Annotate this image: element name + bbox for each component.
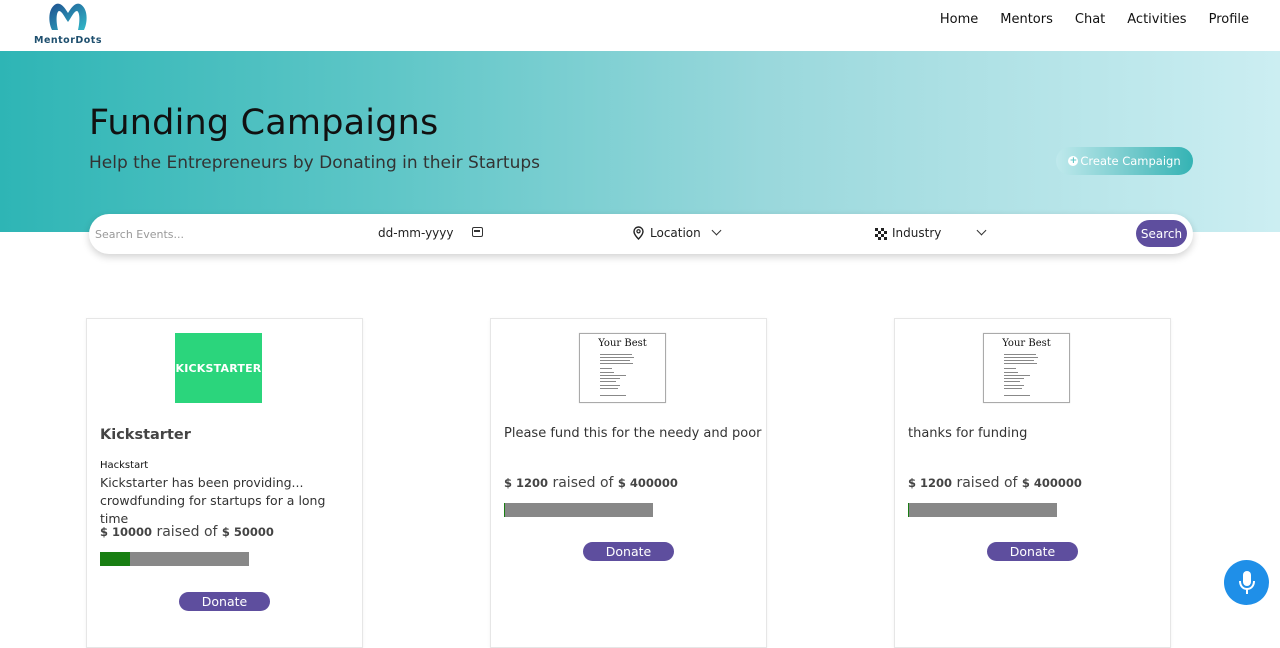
- raised-summary: $ 1200 raised of $ 400000: [504, 475, 678, 491]
- raised-amount: $ 1200: [504, 476, 548, 490]
- search-input[interactable]: [95, 224, 355, 244]
- industry-chevron-down-icon[interactable]: [977, 226, 987, 236]
- donate-button[interactable]: Donate: [179, 592, 270, 611]
- navbar: MentorDots Home Mentors Chat Activities …: [0, 0, 1280, 51]
- donate-button[interactable]: Donate: [987, 542, 1078, 561]
- nav-mentors[interactable]: Mentors: [1000, 12, 1053, 28]
- campaign-description: Kickstarter has been providing... crowdf…: [100, 474, 355, 528]
- logo[interactable]: MentorDots: [32, 0, 104, 48]
- progress-bar: [908, 503, 1057, 517]
- goal-amount: $ 400000: [1022, 476, 1082, 490]
- progress-fill: [100, 552, 130, 566]
- progress-bar: [504, 503, 653, 517]
- location-dropdown[interactable]: Location: [650, 226, 701, 240]
- campaign-card: Your Best Please fund this for the needy…: [490, 318, 767, 648]
- nav-links: Home Mentors Chat Activities Profile: [918, 12, 1249, 28]
- progress-bar: [100, 552, 249, 566]
- plus-circle-icon: +: [1068, 156, 1078, 166]
- campaign-title: thanks for funding: [908, 426, 1027, 441]
- industry-dropdown[interactable]: Industry: [892, 226, 941, 240]
- nav-profile[interactable]: Profile: [1209, 12, 1249, 28]
- raised-amount: $ 1200: [908, 476, 952, 490]
- mentordots-logo-icon: [46, 0, 90, 34]
- raised-summary: $ 10000 raised of $ 50000: [100, 524, 274, 540]
- raised-word: raised of: [956, 475, 1017, 491]
- page-subtitle: Help the Entrepreneurs by Donating in th…: [89, 153, 540, 173]
- create-campaign-label: Create Campaign: [1080, 154, 1180, 168]
- search-bar: dd-mm-yyyy Location Industry Search: [89, 214, 1193, 254]
- location-chevron-down-icon[interactable]: [712, 226, 722, 236]
- campaign-title: Kickstarter: [100, 427, 191, 443]
- document-title: Your Best: [580, 338, 665, 349]
- voice-assistant-button[interactable]: [1224, 560, 1269, 605]
- page-title: Funding Campaigns: [89, 103, 438, 143]
- raised-summary: $ 1200 raised of $ 400000: [908, 475, 1082, 491]
- campaign-title: Please fund this for the needy and poor: [504, 426, 762, 441]
- search-button[interactable]: Search: [1136, 220, 1187, 247]
- logo-text: MentorDots: [32, 35, 104, 46]
- raised-word: raised of: [552, 475, 613, 491]
- document-title: Your Best: [984, 338, 1069, 349]
- goal-amount: $ 50000: [222, 525, 274, 539]
- date-field[interactable]: dd-mm-yyyy: [378, 226, 453, 240]
- nav-activities[interactable]: Activities: [1127, 12, 1186, 28]
- campaign-subtitle: Hackstart: [100, 460, 148, 471]
- document-image: Your Best: [983, 333, 1070, 403]
- microphone-icon: [1238, 570, 1256, 596]
- raised-amount: $ 10000: [100, 525, 152, 539]
- create-campaign-button[interactable]: + Create Campaign: [1056, 147, 1193, 175]
- campaign-card: Your Best thanks for funding $ 1200 rais…: [894, 318, 1171, 648]
- nav-home[interactable]: Home: [940, 12, 978, 28]
- hero-banner: Funding Campaigns Help the Entrepreneurs…: [0, 51, 1280, 232]
- calendar-icon[interactable]: [472, 227, 483, 237]
- nav-chat[interactable]: Chat: [1075, 12, 1105, 28]
- raised-word: raised of: [156, 524, 217, 540]
- location-pin-icon: [633, 226, 644, 240]
- goal-amount: $ 400000: [618, 476, 678, 490]
- donate-button[interactable]: Donate: [583, 542, 674, 561]
- campaign-card: KICKSTARTER Kickstarter Hackstart Kickst…: [86, 318, 363, 648]
- industry-grid-icon: [875, 228, 887, 240]
- document-image: Your Best: [579, 333, 666, 403]
- kickstarter-logo-image: KICKSTARTER: [175, 333, 262, 403]
